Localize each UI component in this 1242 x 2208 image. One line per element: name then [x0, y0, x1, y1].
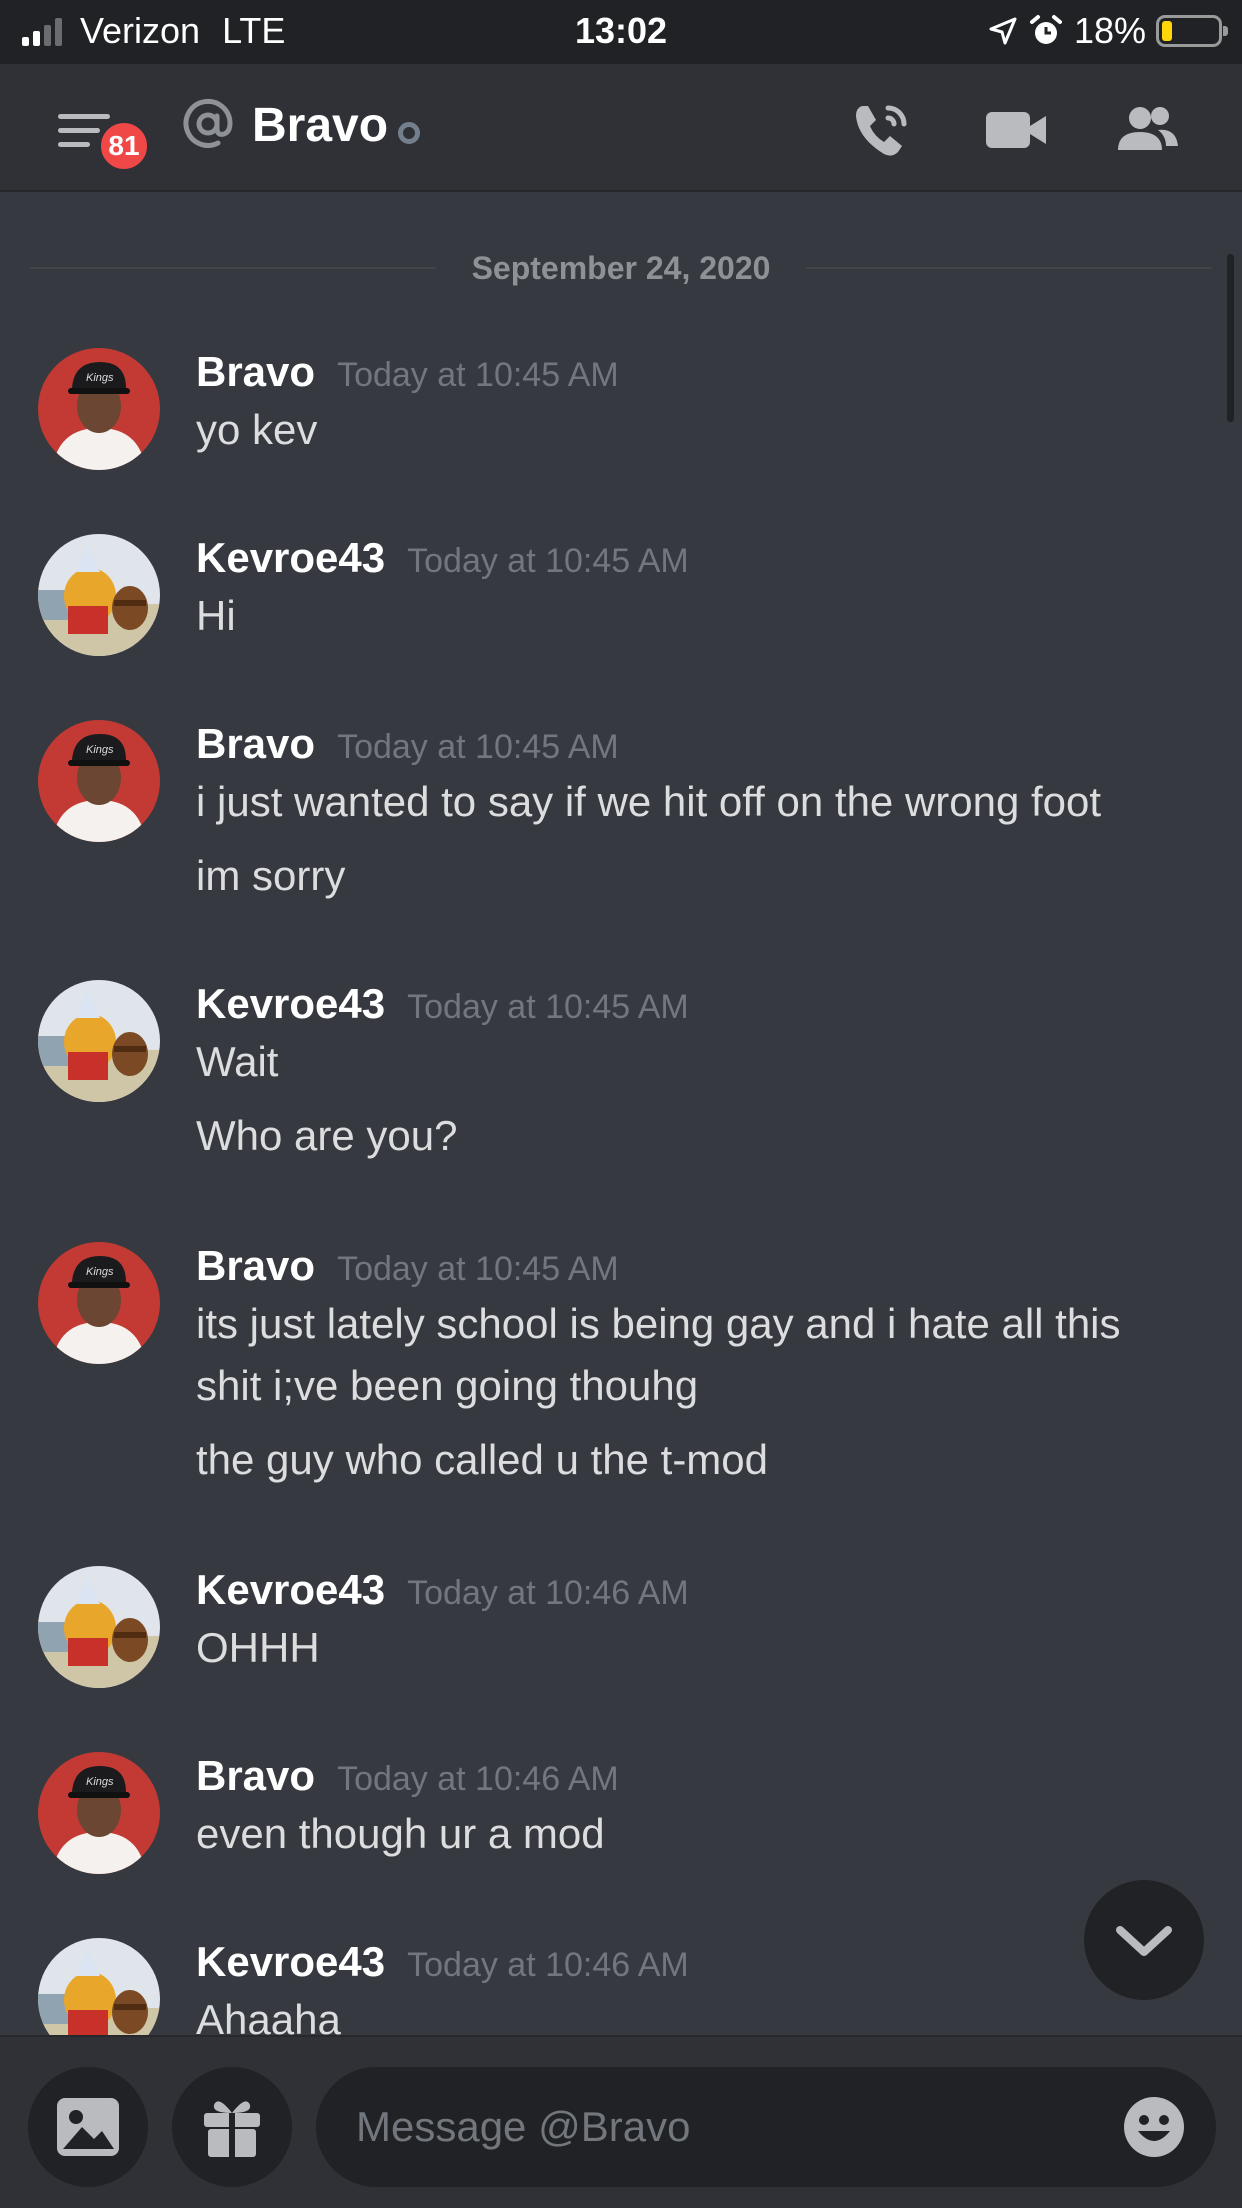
author-name[interactable]: Bravo — [196, 348, 315, 395]
user-avatar-image: Kings — [38, 1242, 160, 1364]
author-name[interactable]: Kevroe43 — [196, 1938, 385, 1985]
emoji-icon[interactable] — [1122, 2095, 1186, 2159]
message-text[interactable]: the guy who called u the t-mod — [196, 1436, 768, 1484]
message-timestamp: Today at 10:45 AM — [407, 988, 689, 1026]
user-avatar-image: Kings — [38, 1752, 160, 1874]
message-timestamp: Today at 10:45 AM — [337, 728, 619, 766]
gift-icon — [204, 2101, 260, 2157]
avatar[interactable]: Kings — [38, 1752, 160, 1874]
message-author[interactable]: Kevroe43 Today at 10:45 AM — [196, 534, 689, 582]
offline-status-icon — [398, 122, 420, 144]
battery-percent: 18% — [1073, 10, 1146, 51]
message-author[interactable]: Bravo Today at 10:45 AM — [196, 348, 619, 396]
app-root: Verizon LTE 13:02 18% 81 Bravo September… — [0, 0, 1242, 2208]
message-text[interactable]: Wait — [196, 1038, 278, 1086]
members-icon[interactable] — [1112, 98, 1182, 162]
phone-call-icon[interactable] — [848, 98, 918, 162]
avatar[interactable]: Kings — [38, 720, 160, 842]
avatar[interactable]: Kings — [38, 1242, 160, 1364]
video-camera-icon[interactable] — [982, 98, 1052, 162]
message-timestamp: Today at 10:46 AM — [407, 1574, 689, 1612]
avatar[interactable] — [38, 1938, 160, 2035]
message-list[interactable]: Kings Bravo Today at 10:45 AM yo kev Kevr… — [0, 300, 1242, 2035]
author-name[interactable]: Kevroe43 — [196, 1566, 385, 1613]
at-icon — [183, 98, 233, 148]
message-text[interactable]: im sorry — [196, 852, 345, 900]
message-text[interactable]: Ahaaha — [196, 1996, 341, 2035]
alarm-icon — [1029, 15, 1062, 44]
channel-header: 81 Bravo — [0, 64, 1242, 192]
page-title: Bravo — [252, 99, 389, 152]
user-avatar-image — [38, 534, 160, 656]
avatar[interactable] — [38, 534, 160, 656]
message-author[interactable]: Kevroe43 Today at 10:46 AM — [196, 1566, 689, 1614]
svg-text:Kings: Kings — [86, 744, 114, 756]
user-avatar-image — [38, 1938, 160, 2035]
message-text[interactable]: Hi — [196, 592, 236, 640]
message-timestamp: Today at 10:45 AM — [407, 542, 689, 580]
message-timestamp: Today at 10:45 AM — [337, 356, 619, 394]
message-text[interactable]: yo kev — [196, 406, 317, 454]
avatar[interactable] — [38, 1566, 160, 1688]
message-text[interactable]: Who are you? — [196, 1112, 457, 1160]
avatar[interactable] — [38, 980, 160, 1102]
date-divider-label: September 24, 2020 — [471, 250, 771, 286]
image-icon — [57, 2098, 119, 2156]
user-avatar-image — [38, 980, 160, 1102]
user-avatar-image: Kings — [38, 720, 160, 842]
message-text[interactable]: i just wanted to say if we hit off on th… — [196, 778, 1101, 826]
chevron-down-icon — [1116, 1926, 1172, 1956]
user-avatar-image: Kings — [38, 348, 160, 470]
author-name[interactable]: Kevroe43 — [196, 534, 385, 581]
notification-badge: 81 — [96, 118, 152, 174]
avatar[interactable]: Kings — [38, 348, 160, 470]
message-author[interactable]: Bravo Today at 10:46 AM — [196, 1752, 619, 1800]
message-timestamp: Today at 10:46 AM — [337, 1760, 619, 1798]
message-timestamp: Today at 10:46 AM — [407, 1946, 689, 1984]
message-text[interactable]: OHHH — [196, 1624, 320, 1672]
author-name[interactable]: Kevroe43 — [196, 980, 385, 1027]
author-name[interactable]: Bravo — [196, 1242, 315, 1289]
message-input-placeholder: Message @Bravo — [356, 2103, 691, 2150]
svg-text:Kings: Kings — [86, 1776, 114, 1788]
message-text[interactable]: shit i;ve been going thouhg — [196, 1362, 698, 1410]
status-right: 18% — [988, 10, 1228, 52]
battery-icon — [1156, 15, 1228, 47]
message-composer: Message @Bravo — [0, 2035, 1242, 2208]
message-input[interactable]: Message @Bravo — [316, 2067, 1216, 2187]
message-text[interactable]: its just lately school is being gay and … — [196, 1300, 1121, 1348]
message-timestamp: Today at 10:45 AM — [337, 1250, 619, 1288]
message-author[interactable]: Bravo Today at 10:45 AM — [196, 720, 619, 768]
author-name[interactable]: Bravo — [196, 720, 315, 767]
author-name[interactable]: Bravo — [196, 1752, 315, 1799]
user-avatar-image — [38, 1566, 160, 1688]
upload-image-button[interactable] — [28, 2067, 148, 2187]
message-author[interactable]: Kevroe43 Today at 10:45 AM — [196, 980, 689, 1028]
location-arrow-icon — [989, 17, 1017, 45]
status-bar: Verizon LTE 13:02 18% — [0, 0, 1242, 64]
message-author[interactable]: Bravo Today at 10:45 AM — [196, 1242, 619, 1290]
svg-text:Kings: Kings — [86, 372, 114, 384]
gift-button[interactable] — [172, 2067, 292, 2187]
message-text[interactable]: even though ur a mod — [196, 1810, 605, 1858]
date-divider: September 24, 2020 — [30, 250, 1212, 286]
svg-text:Kings: Kings — [86, 1266, 114, 1278]
message-author[interactable]: Kevroe43 Today at 10:46 AM — [196, 1938, 689, 1986]
jump-to-latest-button[interactable] — [1084, 1880, 1204, 2000]
